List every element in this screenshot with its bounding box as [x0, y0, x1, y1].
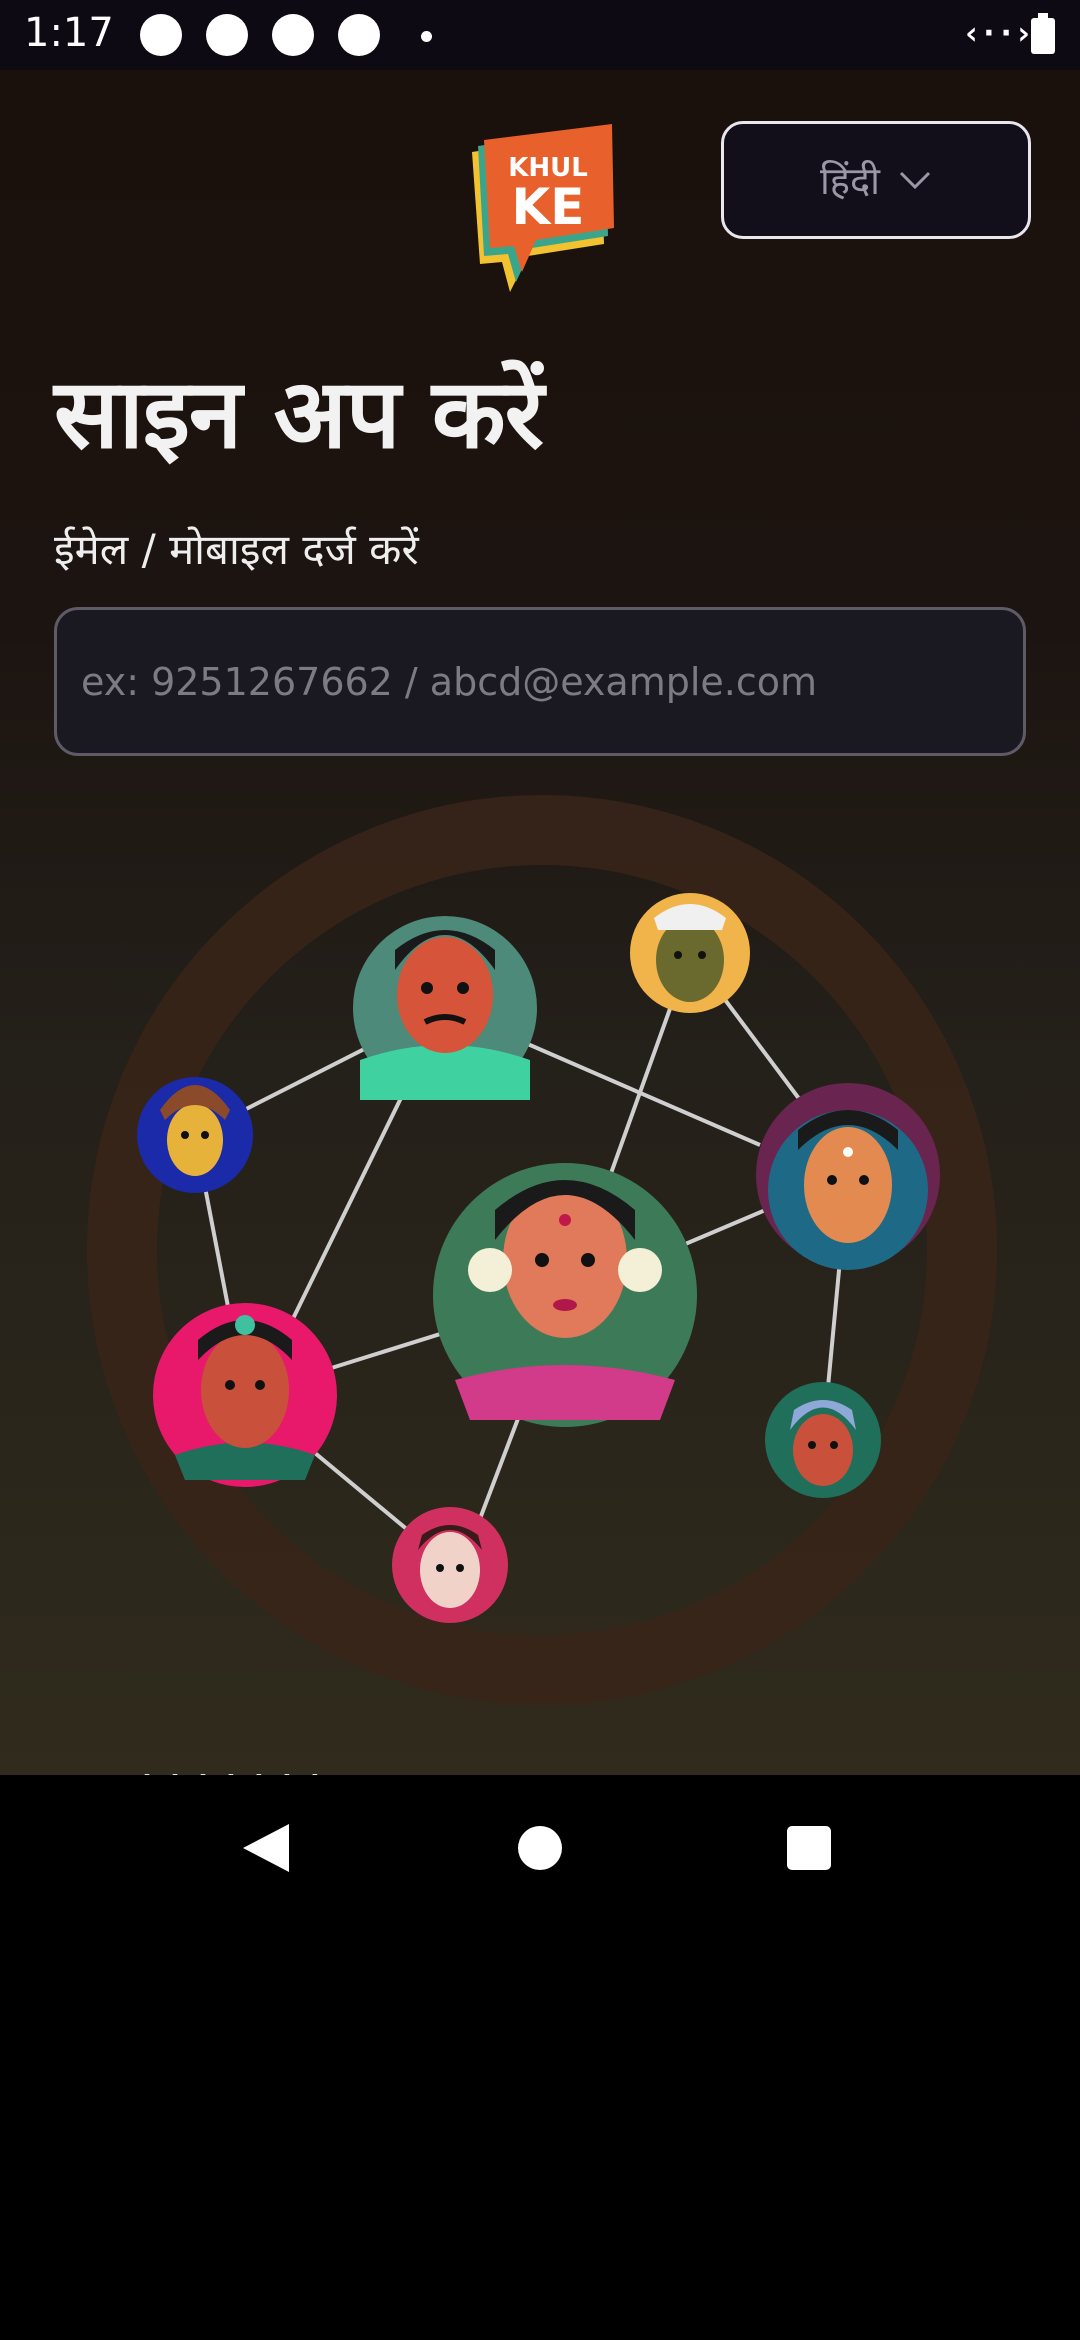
avatar-man-turban	[765, 1382, 881, 1498]
logo-text-ke: KE	[512, 178, 585, 236]
home-circle-icon[interactable]	[518, 1826, 562, 1870]
recent-square-icon[interactable]	[787, 1826, 831, 1870]
email-mobile-input[interactable]	[57, 610, 1023, 753]
avatar-man-mustache	[353, 916, 537, 1100]
email-mobile-label: ईमेल / मोबाइल दर्ज करें	[54, 525, 419, 574]
page-title: साइन अप करें	[54, 358, 544, 470]
status-time: 1:17	[24, 10, 114, 56]
back-triangle-icon[interactable]	[241, 1822, 291, 1874]
email-mobile-field-container	[54, 607, 1026, 756]
language-selector[interactable]: हिंदी	[721, 121, 1031, 239]
avatar-woman-pink	[153, 1303, 337, 1487]
language-label: हिंदी	[819, 159, 881, 203]
signup-screen: 1:17 ‹··›! KHUL KE हिंदी साइन अप करें ईम…	[0, 0, 1080, 1775]
battery-icon	[1031, 13, 1055, 54]
notification-icon	[206, 14, 248, 56]
chevron-down-icon	[899, 171, 931, 190]
status-bar: 1:17 ‹··›!	[0, 0, 1080, 70]
avatar-woman-blue	[137, 1077, 253, 1193]
community-network-illustration	[87, 795, 997, 1705]
notification-icon	[338, 14, 380, 56]
notification-icon	[272, 14, 314, 56]
more-notifications-icon	[421, 31, 432, 42]
avatar-man-cap	[630, 893, 750, 1013]
avatar-woman-bottom	[392, 1507, 508, 1623]
clipped-text-fragment: · · · · · · ·	[140, 1758, 322, 1775]
avatar-woman-center	[433, 1163, 697, 1427]
notification-icon	[140, 14, 182, 56]
avatar-woman-right	[756, 1083, 940, 1270]
khulke-logo: KHUL KE	[472, 124, 614, 292]
